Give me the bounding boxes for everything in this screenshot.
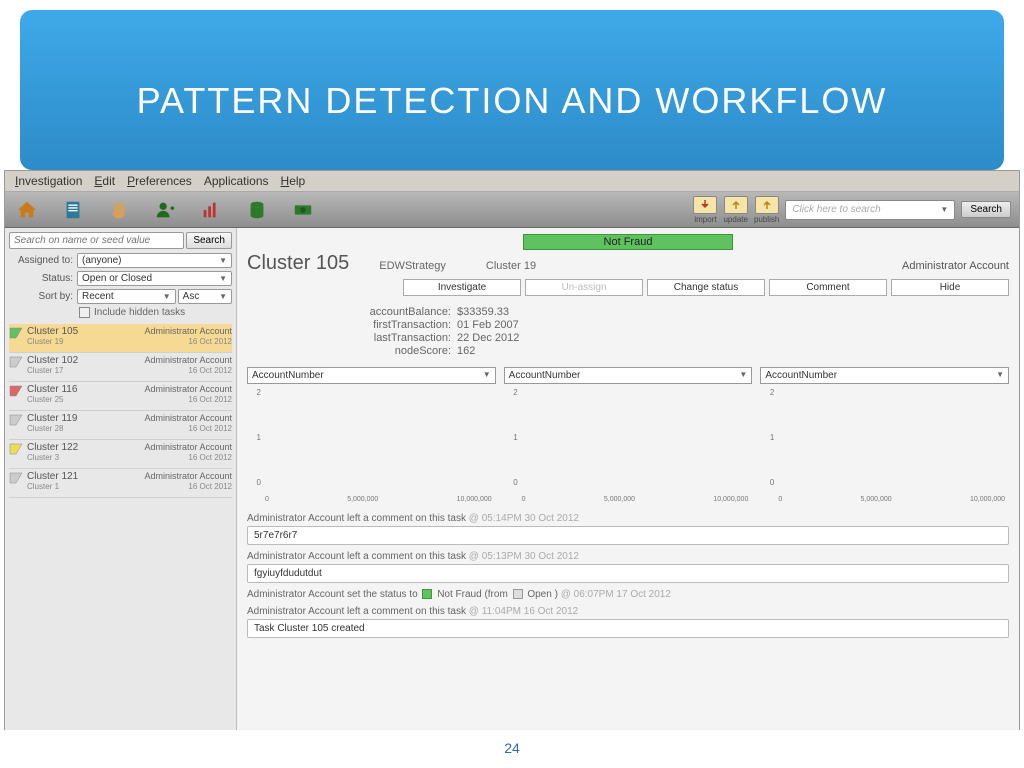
detail-value: $33359.33 [457,306,509,318]
assigned-to-select[interactable]: (anyone)▼ [77,253,232,268]
feed-comment-body: Task Cluster 105 created [247,619,1009,638]
task-list: Cluster 105Administrator AccountCluster … [9,324,232,498]
unassign-button[interactable]: Un-assign [525,279,643,296]
status-label: Status: [9,273,77,284]
task-item[interactable]: Cluster 116Administrator AccountCluster … [9,382,232,411]
feed-item: Administrator Account left a comment on … [247,513,1009,545]
slide-title: PATTERN DETECTION AND WORKFLOW [20,10,1004,122]
slide-page-number: 24 [0,740,1024,756]
hand-icon[interactable] [105,198,133,222]
import-button[interactable]: import [693,196,717,224]
task-item[interactable]: Cluster 121Administrator AccountCluster … [9,469,232,498]
hide-button[interactable]: Hide [891,279,1009,296]
detail-key: nodeScore: [347,345,457,357]
status-banner: Not Fraud [523,234,733,250]
feed-item: Administrator Account left a comment on … [247,551,1009,583]
histogram-chart: AccountNumber▼21005,000,00010,000,000 [760,367,1009,503]
menu-investigation[interactable]: Investigation [11,173,86,189]
task-flag-icon [9,384,23,408]
menu-preferences[interactable]: Preferences [123,173,196,189]
home-icon[interactable] [13,198,41,222]
task-item[interactable]: Cluster 119Administrator AccountCluster … [9,411,232,440]
detail-value: 22 Dec 2012 [457,332,519,344]
feed-item: Administrator Account left a comment on … [247,606,1009,638]
include-hidden-label: Include hidden tasks [94,307,185,318]
chart-field-select[interactable]: AccountNumber▼ [247,367,496,384]
task-flag-icon [9,471,23,495]
detail-block: accountBalance:$33359.33firstTransaction… [347,306,1009,357]
task-flag-icon [9,355,23,379]
change-status-button[interactable]: Change status [647,279,765,296]
chart-field-select[interactable]: AccountNumber▼ [760,367,1009,384]
main-panel: Not Fraud Cluster 105 EDWStrategy Cluste… [237,228,1019,730]
sidebar-search-button[interactable]: Search [186,232,232,249]
sidebar-search-input[interactable] [9,232,184,249]
activity-feed: Administrator Account left a comment on … [247,513,1009,638]
toolbar: import update publish Click here to sear… [5,192,1019,228]
task-flag-icon [9,326,23,350]
menu-edit[interactable]: Edit [90,173,119,189]
menu-bar: Investigation Edit Preferences Applicati… [5,171,1019,192]
feed-item: Administrator Account set the status to … [247,589,1009,600]
sort-dir-select[interactable]: Asc▼ [178,289,232,304]
assigned-to-label: Assigned to: [9,255,77,266]
task-item[interactable]: Cluster 102Administrator AccountCluster … [9,353,232,382]
detail-value: 162 [457,345,475,357]
cluster-ref-label: Cluster 19 [486,260,536,272]
comment-button[interactable]: Comment [769,279,887,296]
owner-label: Administrator Account [902,260,1009,272]
user-icon[interactable] [151,198,179,222]
task-flag-icon [9,442,23,466]
histogram-chart: AccountNumber▼21005,000,00010,000,000 [504,367,753,503]
menu-applications[interactable]: Applications [200,173,273,189]
detail-key: accountBalance: [347,306,457,318]
task-item[interactable]: Cluster 122Administrator AccountCluster … [9,440,232,469]
update-button[interactable]: update [723,196,747,224]
investigate-button[interactable]: Investigate [403,279,521,296]
detail-value: 01 Feb 2007 [457,319,519,331]
histogram-chart: AccountNumber▼21005,000,00010,000,000 [247,367,496,503]
task-flag-icon [9,413,23,437]
menu-help[interactable]: Help [277,173,310,189]
publish-button[interactable]: publish [754,196,779,224]
strategy-label: EDWStrategy [379,260,446,272]
sidebar: Search Assigned to:(anyone)▼ Status:Open… [5,228,237,730]
document-icon[interactable] [59,198,87,222]
money-icon[interactable] [289,198,317,222]
detail-key: firstTransaction: [347,319,457,331]
application-window: Investigation Edit Preferences Applicati… [4,170,1020,730]
chart-field-select[interactable]: AccountNumber▼ [504,367,753,384]
feed-comment-body: 5r7e7r6r7 [247,526,1009,545]
cluster-title: Cluster 105 [247,252,349,275]
status-select[interactable]: Open or Closed▼ [77,271,232,286]
charts-row: AccountNumber▼21005,000,00010,000,000Acc… [247,367,1009,503]
feed-comment-body: fgyiuyfdudutdut [247,564,1009,583]
task-item[interactable]: Cluster 105Administrator AccountCluster … [9,324,232,353]
global-search-input[interactable]: Click here to search▼ [785,200,955,220]
database-icon[interactable] [243,198,271,222]
include-hidden-checkbox[interactable] [79,307,90,318]
detail-key: lastTransaction: [347,332,457,344]
slide-header: PATTERN DETECTION AND WORKFLOW [20,10,1004,170]
global-search-button[interactable]: Search [961,201,1011,218]
sort-label: Sort by: [9,291,77,302]
sort-field-select[interactable]: Recent▼ [77,289,176,304]
chart-icon[interactable] [197,198,225,222]
